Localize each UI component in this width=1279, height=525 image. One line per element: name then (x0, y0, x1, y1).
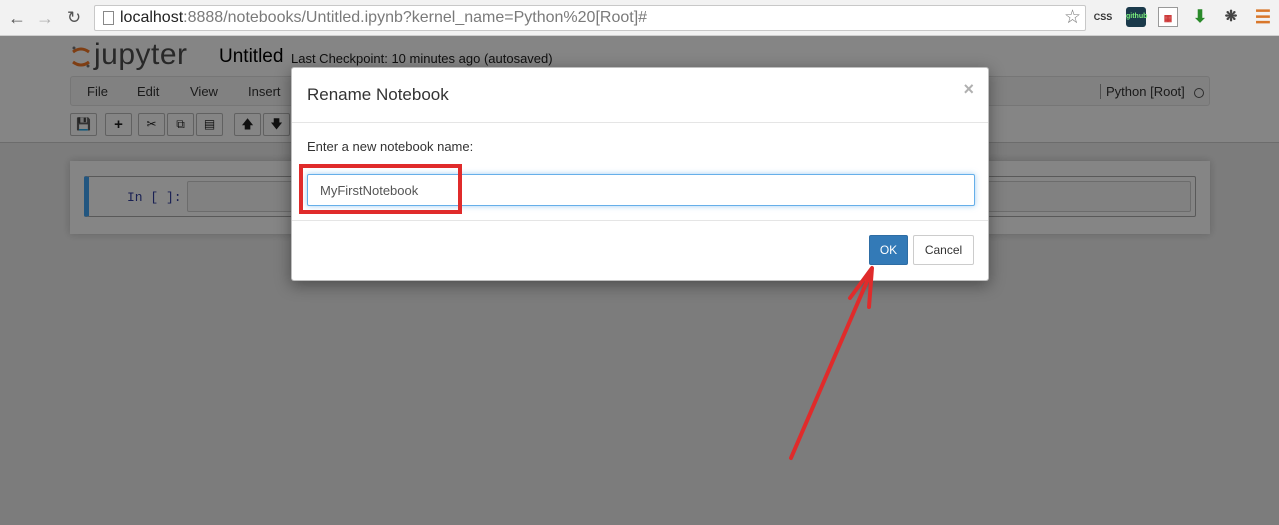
forward-arrow-icon[interactable]: → (34, 7, 56, 29)
rename-prompt-label: Enter a new notebook name: (307, 139, 474, 154)
star-icon[interactable]: ☆ (1064, 7, 1081, 29)
github-extension-icon[interactable]: github (1126, 7, 1147, 27)
browser-toolbar: ← → ↻ localhost:8888/notebooks/Untitled.… (0, 0, 1279, 36)
css-extension-icon[interactable]: CSS (1093, 7, 1113, 27)
annotation-highlight-box (299, 164, 462, 214)
bug-extension-icon[interactable]: ❋ (1221, 7, 1241, 27)
page-icon (103, 11, 114, 25)
ok-button[interactable]: OK (869, 235, 908, 265)
url-path: :8888/notebooks/Untitled.ipynb?kernel_na… (183, 9, 648, 26)
browser-menu-icon[interactable]: ☰ (1253, 7, 1273, 27)
url-text: localhost:8888/notebooks/Untitled.ipynb?… (120, 9, 647, 27)
modal-title: Rename Notebook (307, 85, 449, 104)
modal-header: Rename Notebook × (292, 68, 988, 123)
address-bar[interactable]: localhost:8888/notebooks/Untitled.ipynb?… (94, 5, 1086, 31)
back-arrow-icon[interactable]: ← (6, 7, 28, 29)
reload-icon[interactable]: ↻ (63, 7, 85, 29)
calendar-extension-icon[interactable]: ▦ (1158, 7, 1178, 27)
close-icon[interactable]: × (963, 79, 974, 100)
cancel-button[interactable]: Cancel (913, 235, 974, 265)
download-extension-icon[interactable]: ⬇ (1190, 7, 1210, 27)
url-host: localhost (120, 9, 184, 26)
